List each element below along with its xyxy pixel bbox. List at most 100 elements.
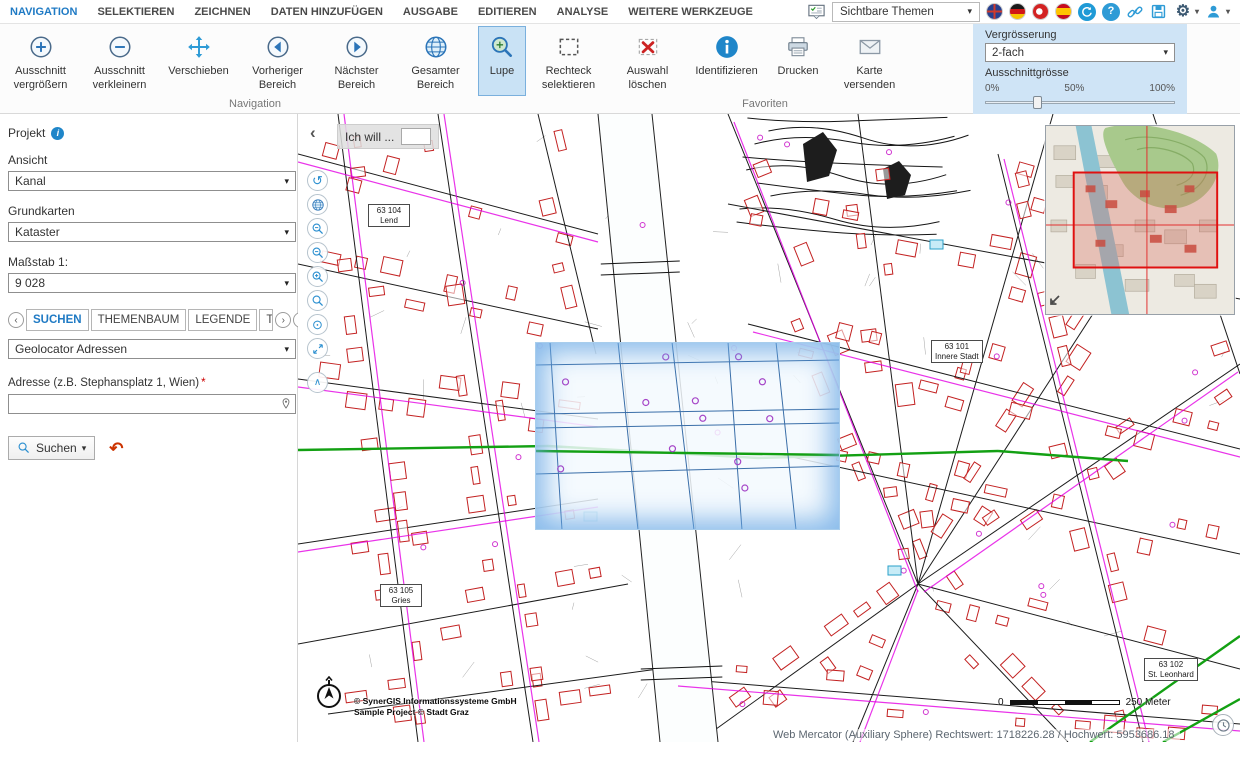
overview-toggle-icon[interactable] <box>1048 293 1062 312</box>
identify-info-icon <box>714 32 740 62</box>
tick-0: 0% <box>985 83 999 94</box>
coordinate-status: Web Mercator (Auxiliary Sphere) Rechtswe… <box>768 729 1180 741</box>
clear-selection-icon <box>635 32 661 62</box>
menu-tab-ausgabe[interactable]: AUSGABE <box>403 6 458 18</box>
menu-tab-analyse[interactable]: ANALYSE <box>557 6 609 18</box>
ansicht-select[interactable]: Kanal ▾ <box>8 171 296 191</box>
massstab-label: Maßstab 1: <box>8 255 293 269</box>
address-input[interactable] <box>8 394 296 414</box>
zoom-in-extent-icon <box>28 32 54 62</box>
project-info-icon[interactable]: i <box>51 127 64 140</box>
menu-tab-zeichnen[interactable]: ZEICHNEN <box>194 6 250 18</box>
district-name: Gries <box>384 596 418 606</box>
history-clock-button[interactable] <box>1212 714 1234 736</box>
sync-icon[interactable] <box>1078 3 1096 21</box>
reset-search-icon[interactable]: ↶ <box>109 440 123 457</box>
map-zoom-in-button[interactable] <box>307 266 328 287</box>
zoom-out-extent-button[interactable]: Ausschnitt verkleinern <box>83 26 156 96</box>
identify-button[interactable]: Identifizieren <box>690 26 763 96</box>
address-pin-icon[interactable] <box>279 397 293 414</box>
tab-themenbaum[interactable]: THEMENBAUM <box>91 309 187 331</box>
previous-extent-button[interactable]: Vorheriger Bereich <box>241 26 314 96</box>
pan-button[interactable]: Verschieben <box>162 26 235 96</box>
tabs-scroll-left-button[interactable]: ‹ <box>8 312 24 328</box>
globe-icon <box>423 32 449 62</box>
scale-bar-segments <box>1010 700 1120 705</box>
print-button[interactable]: Drucken <box>769 26 827 96</box>
suchen-button[interactable]: Suchen ▾ <box>8 436 95 460</box>
menu-tab-weitere-werkzeuge[interactable]: WEITERE WERKZEUGE <box>628 6 753 18</box>
map-zoom-out-button[interactable] <box>307 218 328 239</box>
map-center-button[interactable]: ⊙ <box>307 314 328 335</box>
menu-tab-selektieren[interactable]: SELEKTIEREN <box>97 6 174 18</box>
button-label: Ausschnitt vergrößern <box>6 65 75 93</box>
collapse-sidebar-button[interactable]: ‹ <box>310 124 316 141</box>
address-label: Adresse (z.B. Stephansplatz 1, Wien)* <box>8 377 293 389</box>
map-viewport: Ich will ... ‹ ↺ ⊙ ∧ 63 104 Lend 63 101 … <box>298 114 1240 742</box>
overview-map[interactable] <box>1045 125 1235 315</box>
send-map-button[interactable]: Karte versenden <box>833 26 906 96</box>
language-german-flag-icon[interactable] <box>1009 3 1026 20</box>
zoom-out-extent-icon <box>107 32 133 62</box>
menu-tab-editieren[interactable]: EDITIEREN <box>478 6 537 18</box>
user-icon[interactable] <box>1205 3 1223 21</box>
map-full-extent-button[interactable] <box>307 194 328 215</box>
menu-tab-navigation[interactable]: NAVIGATION <box>10 6 77 18</box>
link-icon[interactable] <box>1126 3 1144 21</box>
envelope-icon <box>857 32 883 62</box>
full-extent-button[interactable]: Gesamter Bereich <box>399 26 472 96</box>
address-label-text: Adresse (z.B. Stephansplatz 1, Wien) <box>8 377 199 389</box>
next-extent-button[interactable]: Nächster Bereich <box>320 26 393 96</box>
gear-menu-caret-icon[interactable]: ▾ <box>1195 7 1199 16</box>
vergroesserung-select[interactable]: 2-fach ▾ <box>985 43 1175 62</box>
massstab-select[interactable]: 9 028 ▾ <box>8 273 296 293</box>
grundkarten-select[interactable]: Kataster ▾ <box>8 222 296 242</box>
button-label: Drucken <box>778 65 819 79</box>
tab-themenabfragen[interactable]: THEM <box>259 309 273 331</box>
save-icon[interactable] <box>1150 3 1168 21</box>
printer-icon <box>785 32 811 62</box>
address-input-row <box>8 394 296 414</box>
button-label: Nächster Bereich <box>322 65 391 93</box>
district-label-innere-stadt: 63 101 Innere Stadt <box>931 340 983 363</box>
tab-suchen[interactable]: SUCHEN <box>26 309 89 331</box>
magnifier-settings-panel: Vergrösserung 2-fach ▾ Ausschnittgrösse … <box>973 24 1187 114</box>
search-source-select[interactable]: Geolocator Adressen ▾ <box>8 339 296 359</box>
language-turkish-flag-icon[interactable] <box>1032 3 1049 20</box>
map-expand-button[interactable] <box>307 338 328 359</box>
visible-themes-dropdown[interactable]: Sichtbare Themen ▾ <box>832 2 980 22</box>
tab-legende[interactable]: LEGENDE <box>188 309 257 331</box>
chevron-down-icon: ▾ <box>967 6 972 17</box>
vergroesserung-value: 2-fach <box>992 47 1024 59</box>
button-label: Verschieben <box>168 65 229 79</box>
button-label: Lupe <box>490 65 514 79</box>
ich-will-widget[interactable]: Ich will ... <box>337 124 439 149</box>
district-name: Lend <box>372 216 406 226</box>
zoom-in-extent-button[interactable]: Ausschnitt vergrößern <box>4 26 77 96</box>
slider-thumb[interactable] <box>1033 96 1042 109</box>
reset-view-button[interactable]: ↺ <box>307 170 328 191</box>
tick-50: 50% <box>1064 83 1084 94</box>
magnifier-button[interactable]: Lupe <box>478 26 526 96</box>
district-label-lend: 63 104 Lend <box>368 204 410 227</box>
help-icon[interactable]: ? <box>1102 3 1120 21</box>
gear-icon[interactable]: ⚙ <box>1174 3 1192 21</box>
language-english-flag-icon[interactable] <box>986 3 1003 20</box>
map-zoom-window-button[interactable] <box>307 242 328 263</box>
map-copyright: © SynerGIS Informationssysteme GmbH Samp… <box>354 696 517 718</box>
clear-selection-button[interactable]: Auswahl löschen <box>611 26 684 96</box>
map-scroll-up-button[interactable]: ∧ <box>307 372 328 393</box>
tabs-scroll-right-button[interactable]: › <box>275 312 291 328</box>
map-magnifier-button[interactable] <box>307 290 328 311</box>
ansicht-label: Ansicht <box>8 153 293 167</box>
menu-tab-daten-hinzufuegen[interactable]: DATEN HINZUFÜGEN <box>271 6 383 18</box>
ausschnittgroesse-slider[interactable] <box>985 95 1175 109</box>
button-label: Identifizieren <box>695 65 757 79</box>
language-spanish-flag-icon[interactable] <box>1055 3 1072 20</box>
ich-will-input[interactable] <box>401 128 431 145</box>
user-menu-caret-icon[interactable]: ▾ <box>1226 7 1230 16</box>
globe-icon <box>311 198 325 212</box>
application-window: NAVIGATION SELEKTIEREN ZEICHNEN DATEN HI… <box>0 0 1240 766</box>
zoom-in-icon <box>311 270 325 284</box>
select-rectangle-button[interactable]: Rechteck selektieren <box>532 26 605 96</box>
